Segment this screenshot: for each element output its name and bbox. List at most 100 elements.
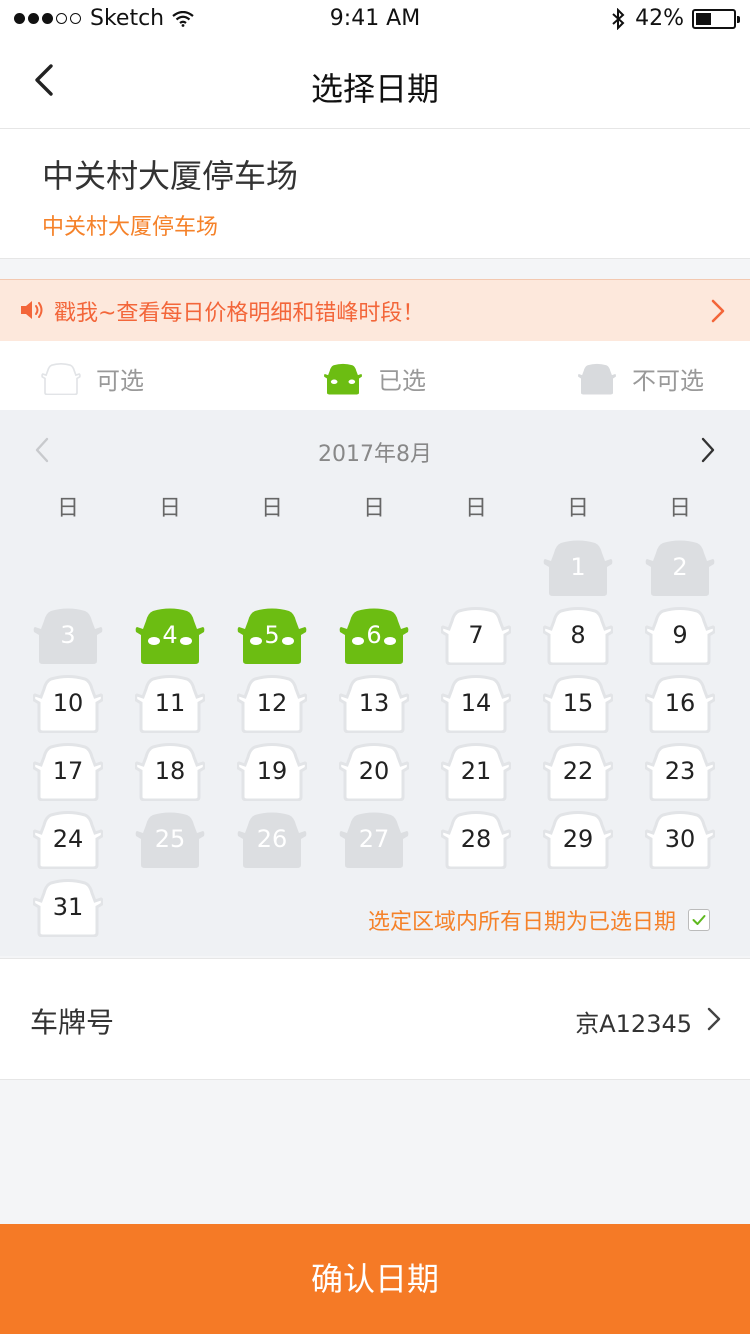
day-cell-11[interactable]: 11 — [135, 675, 205, 733]
day-number: 20 — [358, 757, 390, 785]
day-number: 1 — [570, 553, 586, 581]
day-number: 10 — [52, 689, 84, 717]
day-cell-4[interactable]: 4 — [135, 607, 205, 665]
day-cell-15[interactable]: 15 — [543, 675, 613, 733]
car-selected-icon — [324, 363, 362, 394]
day-cell-14[interactable]: 14 — [441, 675, 511, 733]
day-number: 31 — [52, 893, 84, 921]
legend-unavailable-label: 不可选 — [632, 367, 704, 395]
day-cell-2: 2 — [645, 539, 715, 597]
day-cell-24[interactable]: 24 — [33, 811, 103, 869]
day-number: 27 — [358, 825, 390, 853]
weekday-label: 日 — [464, 496, 487, 521]
weekday-label: 日 — [158, 496, 181, 521]
day-number: 25 — [154, 825, 186, 853]
day-cell-27: 27 — [339, 811, 409, 869]
status-bar: Sketch 9:41 AM 42% — [0, 0, 750, 40]
weekday-label: 日 — [668, 496, 691, 521]
day-number: 8 — [570, 621, 586, 649]
battery-icon — [692, 8, 740, 29]
day-number: 17 — [52, 757, 84, 785]
day-number: 11 — [154, 689, 186, 717]
day-number: 7 — [468, 621, 484, 649]
day-number: 15 — [562, 689, 594, 717]
day-number: 16 — [664, 689, 696, 717]
day-number: 29 — [562, 825, 594, 853]
day-cell-1: 1 — [543, 539, 613, 597]
day-cell-23[interactable]: 23 — [645, 743, 715, 801]
legend: 可选 已选 不可选 — [0, 341, 750, 410]
day-cell-6[interactable]: 6 — [339, 607, 409, 665]
select-all-label: 选定区域内所有日期为已选日期 — [367, 910, 676, 935]
lot-subtitle: 中关村大厦停车场 — [42, 215, 219, 240]
day-number: 22 — [562, 757, 594, 785]
car-unavailable-icon — [578, 363, 616, 394]
chevron-right-icon — [711, 299, 725, 323]
status-right: 42% — [611, 6, 740, 31]
day-cell-21[interactable]: 21 — [441, 743, 511, 801]
day-cell-8[interactable]: 8 — [543, 607, 613, 665]
legend-available-label: 可选 — [96, 367, 144, 395]
weekday-label: 日 — [566, 496, 589, 521]
day-cell-3: 3 — [33, 607, 103, 665]
legend-available: 可选 — [40, 361, 144, 396]
confirm-date-button[interactable]: 确认日期 — [0, 1224, 750, 1334]
chevron-right-icon — [707, 1007, 721, 1031]
legend-selected-label: 已选 — [378, 367, 426, 395]
parking-lot-card: 中关村大厦停车场 中关村大厦停车场 — [0, 129, 750, 259]
plate-label: 车牌号 — [30, 1006, 115, 1039]
day-cell-20[interactable]: 20 — [339, 743, 409, 801]
day-cell-22[interactable]: 22 — [543, 743, 613, 801]
day-number: 6 — [366, 621, 382, 649]
day-number: 4 — [162, 621, 178, 649]
day-cell-30[interactable]: 30 — [645, 811, 715, 869]
day-cell-17[interactable]: 17 — [33, 743, 103, 801]
plate-row[interactable]: 车牌号 京A12345 — [0, 958, 750, 1080]
day-cell-9[interactable]: 9 — [645, 607, 715, 665]
day-cell-26: 26 — [237, 811, 307, 869]
next-month-button[interactable] — [700, 436, 716, 464]
day-number: 26 — [256, 825, 288, 853]
speaker-icon — [21, 301, 43, 319]
day-cell-29[interactable]: 29 — [543, 811, 613, 869]
day-number: 30 — [664, 825, 696, 853]
day-cell-10[interactable]: 10 — [33, 675, 103, 733]
day-cell-31[interactable]: 31 — [33, 879, 103, 937]
lot-name: 中关村大厦停车场 — [42, 157, 299, 195]
car-outline-icon — [41, 362, 81, 395]
day-number: 24 — [52, 825, 84, 853]
day-cell-28[interactable]: 28 — [441, 811, 511, 869]
nav-bar: 选择日期 — [0, 40, 750, 129]
day-cell-18[interactable]: 18 — [135, 743, 205, 801]
day-cell-5[interactable]: 5 — [237, 607, 307, 665]
select-all-toggle[interactable]: 选定区域内所有日期为已选日期 — [368, 904, 710, 936]
legend-selected: 已选 — [322, 361, 426, 396]
weekday-label: 日 — [362, 496, 385, 521]
day-number: 23 — [664, 757, 696, 785]
weekday-header: 日日日日日日日 — [17, 490, 731, 521]
day-number: 13 — [358, 689, 390, 717]
day-number: 28 — [460, 825, 492, 853]
check-icon — [692, 915, 706, 925]
day-cell-7[interactable]: 7 — [441, 607, 511, 665]
legend-unavailable: 不可选 — [576, 361, 704, 396]
day-cell-25: 25 — [135, 811, 205, 869]
day-cell-19[interactable]: 19 — [237, 743, 307, 801]
day-cell-12[interactable]: 12 — [237, 675, 307, 733]
weekday-label: 日 — [56, 496, 79, 521]
day-number: 21 — [460, 757, 492, 785]
month-label: 2017年8月 — [318, 442, 432, 467]
select-all-checkbox[interactable] — [688, 909, 710, 931]
day-number: 2 — [672, 553, 688, 581]
day-number: 14 — [460, 689, 492, 717]
day-number: 9 — [672, 621, 688, 649]
promo-banner[interactable]: 戳我~查看每日价格明细和错峰时段！ — [0, 279, 750, 342]
day-number: 18 — [154, 757, 186, 785]
day-number: 5 — [264, 621, 280, 649]
day-cell-16[interactable]: 16 — [645, 675, 715, 733]
battery-percent: 42% — [635, 6, 684, 31]
plate-value: 京A12345 — [575, 1010, 692, 1038]
day-cell-13[interactable]: 13 — [339, 675, 409, 733]
page-title: 选择日期 — [310, 70, 439, 108]
promo-text: 戳我~查看每日价格明细和错峰时段！ — [54, 301, 425, 326]
